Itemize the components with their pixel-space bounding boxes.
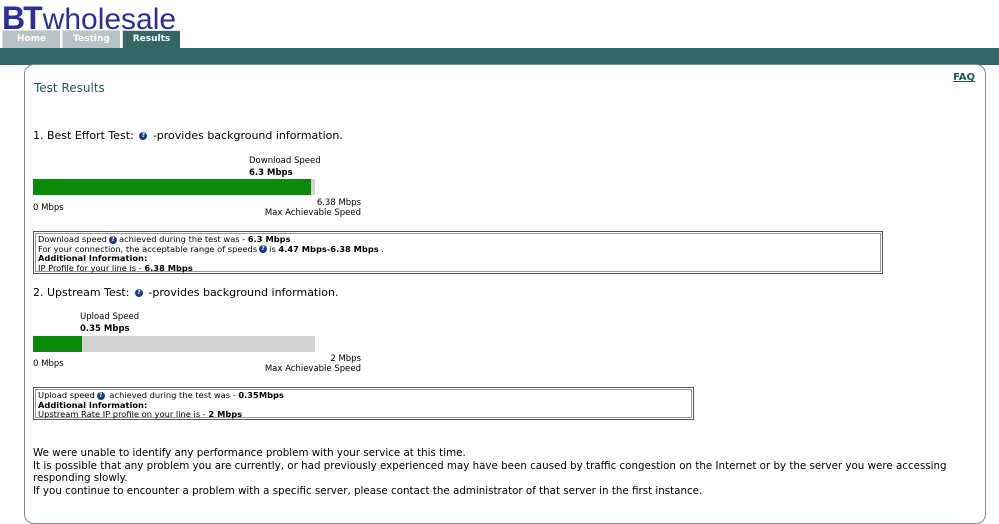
upstream-heading-suffix: -provides background information. (148, 286, 339, 299)
additional-info-label: Additional Information: (38, 253, 148, 263)
download-scale-max-label: Max Achievable Speed (264, 208, 361, 218)
download-info-line2: For your connection, the acceptable rang… (38, 243, 878, 255)
header-band (0, 48, 999, 65)
upload-scale-max: 2 Mbps Max Achievable Speed (205, 354, 361, 374)
ip-profile-value: 6.38 Mbps (144, 262, 193, 273)
download-info-text: achieved during the test was - (118, 234, 248, 244)
upload-scale-max-label: Max Achievable Speed (264, 364, 361, 374)
upload-speed-bar (33, 336, 315, 352)
results-panel: FAQ Test Results 1. Best Effort Test: ? … (24, 64, 986, 524)
upload-info-text: achieved during the test was - (106, 390, 239, 400)
download-speed-label: Download Speed 6.3 Mbps (249, 156, 321, 178)
best-effort-heading-prefix: 1. Best Effort Test: (33, 129, 134, 142)
upload-speed-bar-fill (33, 336, 83, 352)
best-effort-heading: 1. Best Effort Test: ? -provides backgro… (33, 129, 343, 142)
page-title: Test Results (34, 81, 105, 95)
download-info-text: IP Profile for your line is - (38, 262, 145, 273)
upstream-profile-value: 2 Mbps (208, 409, 243, 419)
upload-info-text: Upload speed (38, 390, 95, 400)
help-icon[interactable]: ? (134, 289, 143, 297)
download-info-line4: IP Profile for your line is - 6.38 Mbps (38, 262, 878, 274)
tab-testing[interactable]: Testing (62, 30, 120, 48)
tab-home[interactable]: Home (2, 30, 60, 48)
download-info-text: . (378, 243, 385, 254)
summary-paragraph: We were unable to identify any performan… (33, 447, 466, 459)
summary-paragraph: If you continue to encounter a problem w… (33, 484, 703, 497)
download-scale-min: 0 Mbps (33, 203, 64, 213)
download-speed-bar-fill (33, 179, 312, 195)
upload-scale-min: 0 Mbps (33, 359, 64, 369)
upstream-heading: 2. Upstream Test: ? -provides background… (33, 286, 339, 299)
download-range-value: 4.47 Mbps-6.38 Mbps (278, 243, 379, 254)
upload-speed-caption: Upload Speed (80, 312, 140, 322)
download-info-text: For your connection, the acceptable rang… (38, 243, 258, 254)
download-speed-caption: Download Speed (249, 156, 321, 166)
download-scale-max: 6.38 Mbps Max Achievable Speed (205, 198, 361, 218)
download-speed-bar (33, 179, 315, 195)
upload-info-line3: Upstream Rate IP profile on your line is… (38, 409, 689, 420)
upload-info-value: 0.35Mbps (238, 390, 284, 400)
upstream-heading-prefix: 2. Upstream Test: (33, 286, 130, 299)
download-scale-max-value: 6.38 Mbps (316, 198, 361, 208)
help-icon[interactable]: ? (139, 132, 148, 140)
faq-link[interactable]: FAQ (953, 72, 975, 83)
help-icon[interactable]: ? (96, 391, 105, 400)
download-speed-value: 6.3 Mbps (249, 168, 293, 178)
upload-info-box: Upload speed? achieved during the test w… (33, 387, 694, 420)
summary-text: We were unable to identify any performan… (33, 447, 973, 497)
additional-info-label: Additional Information: (38, 399, 148, 410)
upload-speed-value: 0.35 Mbps (80, 324, 130, 334)
help-icon[interactable]: ? (259, 245, 268, 253)
help-icon[interactable]: ? (108, 235, 117, 244)
download-info-text: Download speed (38, 234, 107, 244)
summary-paragraph: It is possible that any problem you are … (33, 459, 947, 485)
best-effort-heading-suffix: -provides background information. (152, 129, 343, 142)
upload-info-text: Upstream Rate IP profile on your line is… (38, 409, 209, 419)
download-info-value: 6.3 Mbps (247, 234, 291, 244)
tab-results[interactable]: Results (122, 30, 180, 50)
upload-speed-label: Upload Speed 0.35 Mbps (80, 312, 139, 334)
download-info-box: Download speed? achieved during the test … (33, 231, 883, 274)
upload-scale-max-value: 2 Mbps (330, 354, 361, 364)
